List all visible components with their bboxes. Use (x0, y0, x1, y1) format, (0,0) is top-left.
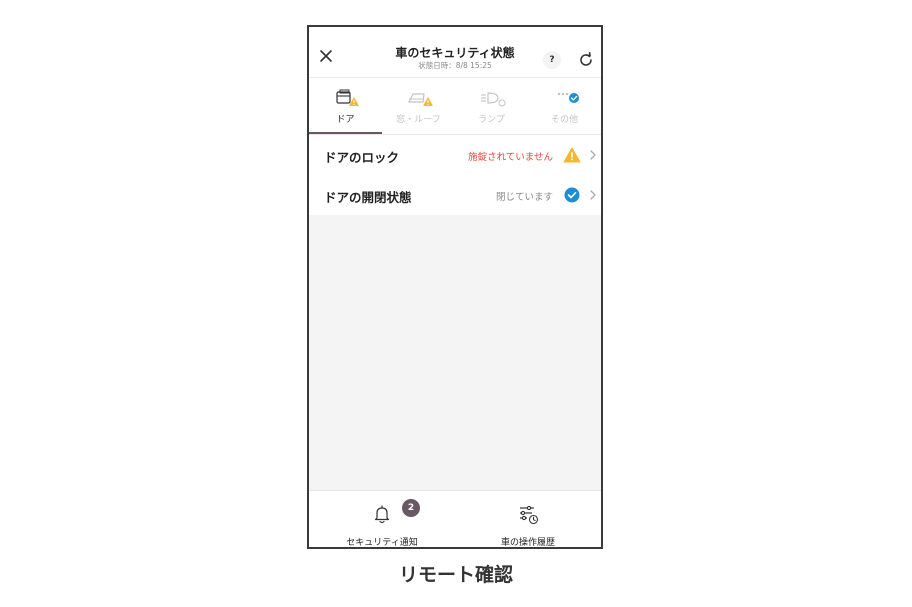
bottom-navigation: 2 セキュリティ通知 車の操作履歴 (309, 490, 601, 548)
row-status-text: 閉じています (495, 192, 553, 203)
tab-window-roof[interactable]: 窓・ルーフ (382, 78, 455, 134)
history-icon (520, 505, 539, 525)
tab-label: ドア (336, 115, 355, 125)
header: 車のセキュリティ状態 状態日時：8/8 15:25 ? (309, 27, 601, 78)
status-timestamp: 状態日時：8/8 15:25 (418, 61, 492, 70)
warning-icon (563, 147, 581, 163)
nav-security-notifications[interactable]: 2 セキュリティ通知 (309, 491, 455, 548)
tab-lamp[interactable]: ランプ (455, 78, 528, 134)
page-title: 車のセキュリティ状態 (395, 46, 515, 60)
notification-count-badge: 2 (402, 499, 420, 517)
tab-other[interactable]: その他 (528, 78, 601, 134)
page: 車のセキュリティ状態 状態日時：8/8 15:25 ? ドア 窓・ルーフ ランプ… (0, 0, 912, 607)
check-circle-icon (564, 187, 580, 203)
help-button[interactable]: ? (543, 51, 561, 69)
chevron-right-icon (590, 190, 596, 200)
tab-label: その他 (550, 115, 578, 125)
window-roof-icon (408, 93, 433, 106)
category-tabs: ドア 窓・ルーフ ランプ その他 (309, 78, 601, 135)
row-title: ドアのロック (324, 150, 400, 165)
lamp-icon (481, 92, 506, 107)
status-list: ドアのロック 施錠されていません ドアの開閉状態 閉じています (309, 135, 601, 215)
list-item-door-lock[interactable]: ドアのロック 施錠されていません (309, 135, 601, 175)
chevron-right-icon (590, 150, 596, 160)
door-icon (336, 89, 359, 106)
image-caption: リモート確認 (398, 564, 513, 586)
more-icon (557, 92, 579, 103)
active-tab-indicator (309, 132, 382, 134)
row-title: ドアの開閉状態 (324, 190, 412, 205)
nav-operation-history[interactable]: 車の操作履歴 (455, 491, 601, 548)
nav-label: セキュリティ通知 (346, 538, 418, 548)
row-status-text: 施錠されていません (468, 152, 553, 163)
phone-screen: 車のセキュリティ状態 状態日時：8/8 15:25 ? ドア 窓・ルーフ ランプ… (307, 25, 603, 549)
tab-door[interactable]: ドア (309, 78, 382, 134)
list-item-door-open-state[interactable]: ドアの開閉状態 閉じています (309, 175, 601, 215)
nav-label: 車の操作履歴 (500, 538, 555, 548)
tab-label: ランプ (478, 115, 505, 125)
bell-icon (374, 505, 390, 524)
tab-label: 窓・ルーフ (396, 115, 441, 125)
close-icon[interactable] (317, 47, 335, 65)
refresh-icon[interactable] (577, 51, 595, 69)
title-block: 車のセキュリティ状態 状態日時：8/8 15:25 (369, 46, 541, 71)
